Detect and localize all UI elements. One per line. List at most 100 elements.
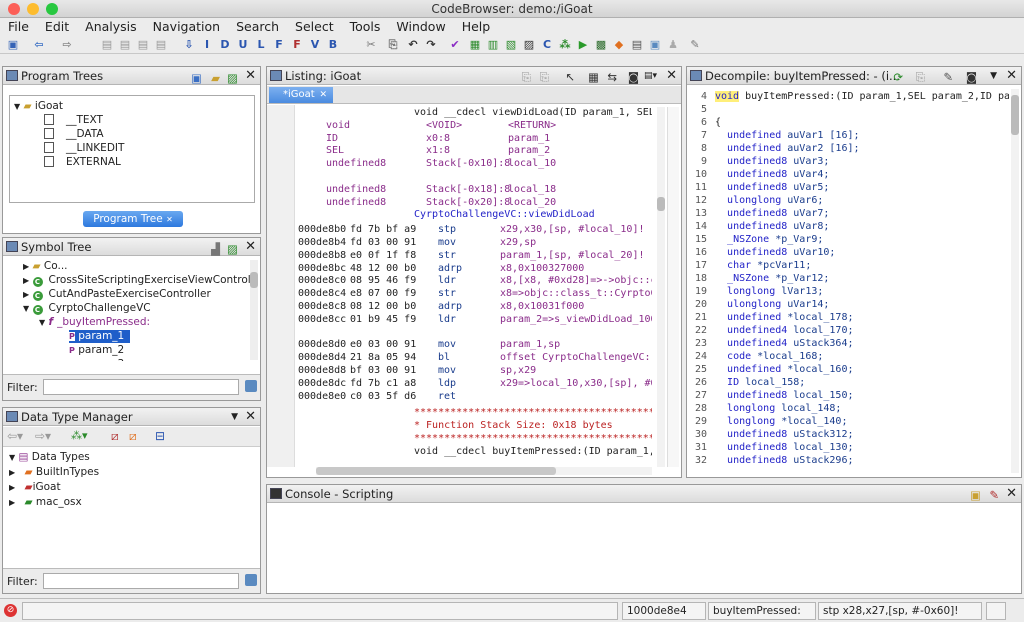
memory-icon[interactable]: ▨ — [522, 38, 536, 52]
filter-arrays-icon[interactable]: ⧄ — [129, 429, 137, 444]
zoom-window-button[interactable] — [46, 3, 58, 15]
tree-node[interactable]: __LINKEDIT — [44, 142, 124, 155]
menu-dropdown-icon[interactable]: ▼ — [231, 408, 238, 426]
filter-input[interactable] — [43, 379, 239, 395]
tree-node[interactable]: ▶ ▰ Co... — [23, 260, 68, 273]
nav-bookmark-icon[interactable]: B — [326, 38, 340, 52]
close-icon[interactable]: ✕ — [1006, 67, 1017, 85]
back-icon[interactable]: ⇦ — [32, 38, 46, 52]
nav-label-icon[interactable]: L — [254, 38, 268, 52]
close-icon[interactable]: ✕ — [245, 67, 256, 85]
cursor-icon[interactable]: ↖ — [565, 68, 575, 86]
menu-tools[interactable]: Tools — [350, 19, 381, 34]
refresh-icon[interactable]: ⟳ — [893, 68, 903, 86]
close-icon[interactable]: ✕ — [245, 408, 256, 426]
close-icon[interactable]: ✕ — [666, 67, 677, 85]
tree-node[interactable]: P param_3 — [69, 358, 124, 361]
filter-input[interactable] — [43, 573, 239, 589]
edit-icon[interactable]: ✎ — [943, 68, 953, 86]
clear-icon[interactable]: ✎ — [989, 486, 999, 504]
forward-icon[interactable]: ⇨▾ — [35, 429, 51, 443]
tree-node-root[interactable]: ▼ ▰ iGoat — [14, 100, 63, 113]
redo-icon[interactable]: ↷ — [424, 38, 438, 52]
tree-node[interactable]: ▼ ▤ Data Types — [9, 451, 90, 464]
paste-icon[interactable]: ⎘ — [540, 68, 549, 86]
debugger-icon[interactable]: ▩ — [594, 38, 608, 52]
overview-bar[interactable] — [667, 107, 679, 467]
close-icon[interactable]: ✕ — [1006, 485, 1017, 503]
nav-data-icon[interactable]: D — [218, 38, 232, 52]
import-icon[interactable]: ▟ — [211, 240, 220, 258]
filter-icon[interactable]: ⧄ — [111, 429, 119, 444]
back-icon[interactable]: ⇦▾ — [7, 429, 23, 443]
user-icon[interactable]: ♟ — [666, 38, 680, 52]
function-graph-icon[interactable]: ⁂ — [558, 38, 572, 52]
edit-fields-icon[interactable]: ▦ — [588, 68, 599, 86]
tree-node[interactable]: EXTERNAL — [44, 156, 121, 169]
open-folder-icon[interactable]: ▰ — [211, 69, 220, 87]
tab-igoat[interactable]: *iGoat ✕ — [269, 87, 333, 103]
graph-icon[interactable]: ▥ — [486, 38, 500, 52]
nav-flag-icon[interactable]: F — [290, 38, 304, 52]
new-tree-icon[interactable]: ▣ — [191, 69, 202, 87]
listing-scrollbar[interactable] — [657, 107, 665, 467]
close-icon[interactable]: ✕ — [166, 215, 173, 224]
close-icon[interactable]: ✕ — [245, 238, 256, 256]
tree-node[interactable]: ▶ ▰ mac_osx — [9, 496, 82, 509]
run-icon[interactable]: ▶ — [576, 38, 590, 52]
snapshot-icon[interactable]: ◙ — [966, 68, 977, 86]
tree-node[interactable]: __DATA — [44, 128, 104, 141]
nav-block-icon[interactable]: ▤ — [118, 38, 132, 52]
forward-icon[interactable]: ⇨ — [60, 38, 74, 52]
save-icon[interactable]: ▣ — [6, 38, 20, 52]
code-browser-icon[interactable]: ▧ — [504, 38, 518, 52]
menu-dropdown-icon[interactable]: ▼ — [990, 67, 997, 85]
console-output[interactable] — [267, 504, 1021, 593]
minimize-window-button[interactable] — [27, 3, 39, 15]
diff-icon[interactable]: ⇆ — [607, 68, 617, 86]
window-icon[interactable]: ▣ — [648, 38, 662, 52]
menu-navigation[interactable]: Navigation — [153, 19, 220, 34]
refresh-tree-icon[interactable]: ▨ — [227, 69, 238, 87]
copy-icon[interactable]: ⎘ — [916, 68, 925, 86]
snapshot-icon[interactable]: ◙ — [628, 68, 639, 86]
menu-select[interactable]: Select — [295, 19, 334, 34]
horizontal-scrollbar[interactable] — [316, 467, 652, 475]
filter-options-icon[interactable] — [245, 380, 257, 392]
paste-icon[interactable]: ⎘ — [386, 38, 400, 52]
tree-node[interactable]: ▶ C CrossSiteScriptingExerciseViewControl… — [23, 274, 251, 287]
nav-function-icon[interactable]: F — [272, 38, 286, 52]
nav-block-icon[interactable]: ▤ — [136, 38, 150, 52]
refresh-icon[interactable]: ▨ — [227, 240, 238, 258]
tree-node[interactable]: __TEXT — [44, 114, 103, 127]
comment-icon[interactable]: ✎ — [688, 38, 702, 52]
down-arrow-icon[interactable]: ⇩ — [182, 38, 196, 52]
nav-block-icon[interactable]: ▤ — [154, 38, 168, 52]
tab-program-tree[interactable]: Program Tree ✕ — [83, 211, 183, 227]
undo-icon[interactable]: ↶ — [406, 38, 420, 52]
collapse-icon[interactable]: ⊟ — [155, 429, 165, 443]
close-icon[interactable]: ✕ — [319, 87, 327, 103]
tree-node-selected[interactable]: P param_1 — [69, 330, 131, 343]
checkmark-icon[interactable]: ✔ — [448, 38, 462, 52]
decompile-scrollbar[interactable] — [1011, 89, 1019, 473]
table-icon[interactable]: ▤ — [630, 38, 644, 52]
tree-node[interactable]: ▶ ▰iGoat — [9, 481, 61, 494]
copy-icon[interactable]: ⎘ — [522, 68, 531, 86]
nav-instruction-icon[interactable]: I — [200, 38, 214, 52]
nav-undefined-icon[interactable]: U — [236, 38, 250, 52]
menu-window[interactable]: Window — [396, 19, 445, 34]
archive-icon[interactable]: ⁂▾ — [71, 429, 88, 442]
scrollbar[interactable] — [250, 260, 258, 360]
tree-node[interactable]: P param_2 — [69, 344, 124, 357]
nav-value-icon[interactable]: V — [308, 38, 322, 52]
tree-node-function[interactable]: ▼ f _buyItemPressed: — [39, 316, 150, 329]
tree-node[interactable]: ▶ C CutAndPasteExerciseController — [23, 288, 211, 301]
decompiler-icon[interactable]: C — [540, 38, 554, 52]
nav-block-icon[interactable]: ▤ — [100, 38, 114, 52]
close-window-button[interactable] — [8, 3, 20, 15]
tree-node[interactable]: ▶ ▰ BuiltInTypes — [9, 466, 99, 479]
cut-icon[interactable]: ✂ — [364, 38, 378, 52]
menu-file[interactable]: File — [8, 19, 29, 34]
menu-help[interactable]: Help — [462, 19, 491, 34]
